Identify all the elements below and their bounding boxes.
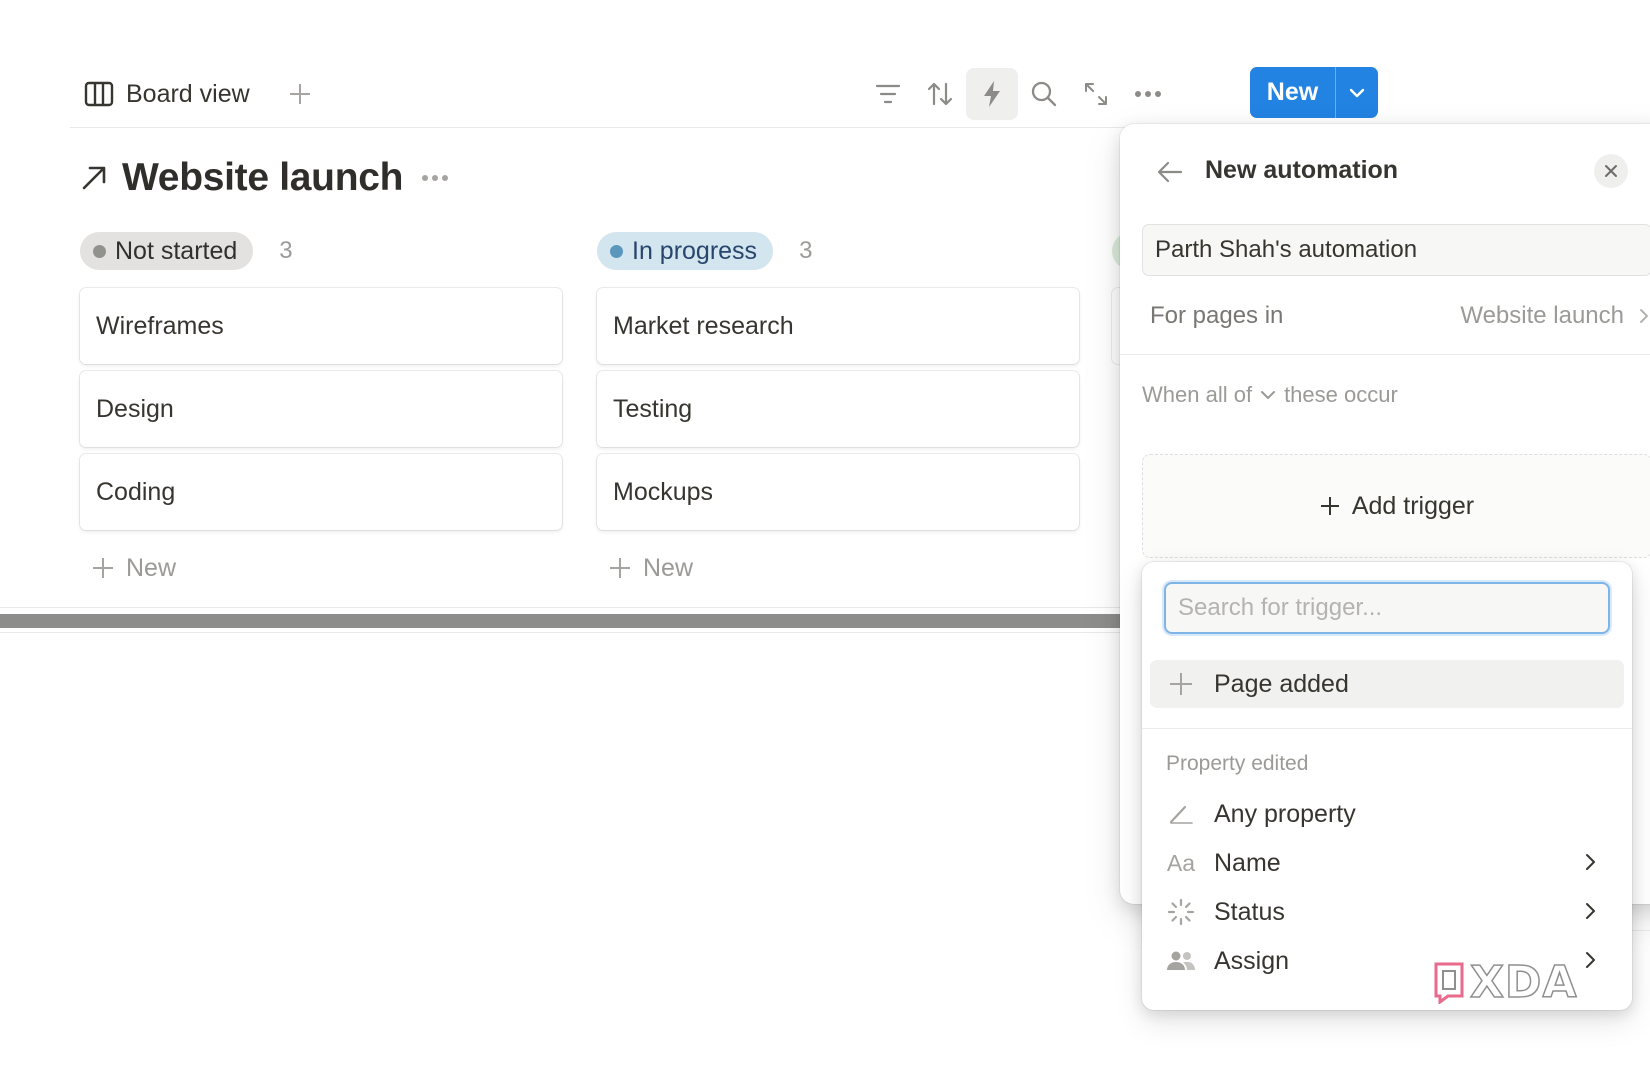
people-icon	[1166, 949, 1196, 973]
for-pages-value-wrap: Website launch	[1460, 302, 1650, 330]
close-button[interactable]	[1594, 154, 1628, 188]
new-button-label[interactable]: New	[1250, 67, 1336, 118]
trigger-option-any-property[interactable]: Any property	[1150, 790, 1624, 838]
new-button[interactable]: New	[1250, 67, 1378, 118]
column-count: 3	[799, 237, 813, 264]
sort-icon	[926, 81, 954, 107]
plus-icon	[288, 82, 312, 106]
panel-divider	[1120, 354, 1650, 355]
plus-icon	[92, 557, 114, 579]
plus-icon	[1320, 496, 1340, 516]
trigger-option-name[interactable]: Aa Name	[1150, 839, 1624, 887]
board-card[interactable]: Design	[80, 371, 562, 447]
status-pill[interactable]: Not started	[80, 232, 254, 270]
more-options-button[interactable]	[1122, 68, 1174, 120]
board-card[interactable]: Coding	[80, 454, 562, 530]
trigger-option-label: Any property	[1214, 799, 1356, 828]
more-icon	[1134, 90, 1162, 98]
new-options-dropdown[interactable]	[1336, 67, 1378, 118]
status-label: Not started	[115, 236, 238, 265]
expand-icon	[1083, 81, 1109, 107]
expand-button[interactable]	[1070, 68, 1122, 120]
trigger-option-page-added[interactable]: Page added	[1150, 660, 1624, 708]
linked-arrow-icon	[80, 164, 108, 192]
board-card[interactable]: Mockups	[597, 454, 1079, 530]
column-count: 3	[279, 237, 293, 264]
status-dot	[610, 244, 623, 258]
status-label: In progress	[632, 236, 758, 265]
column-header-not-started: Not started 3	[80, 232, 293, 270]
chevron-right-icon	[1584, 900, 1598, 922]
trigger-search-input[interactable]	[1164, 582, 1610, 634]
pencil-icon	[1166, 803, 1196, 825]
for-pages-value: Website launch	[1460, 302, 1624, 329]
sort-button[interactable]	[914, 68, 966, 120]
board-card[interactable]: Wireframes	[80, 288, 562, 364]
automations-button[interactable]	[966, 68, 1018, 120]
for-pages-label: For pages in	[1150, 302, 1284, 329]
tab-board-view[interactable]: Board view	[84, 74, 250, 114]
lightning-icon	[981, 80, 1003, 108]
back-button[interactable]	[1150, 152, 1190, 192]
add-view-button[interactable]	[282, 76, 318, 112]
text-aa-icon: Aa	[1166, 849, 1196, 876]
chevron-right-icon	[1584, 851, 1598, 873]
board-icon	[84, 81, 114, 107]
xda-watermark: XDA	[1430, 956, 1578, 1009]
add-trigger-button[interactable]: Add trigger	[1142, 454, 1650, 558]
view-toolbar: Board view New	[70, 60, 1380, 128]
new-card-button[interactable]: New	[609, 548, 693, 588]
status-dot	[93, 244, 106, 258]
search-button[interactable]	[1018, 68, 1070, 120]
chevron-down-icon	[1348, 87, 1366, 99]
board-divider	[0, 607, 1124, 608]
filter-button[interactable]	[862, 68, 914, 120]
chevron-down-icon	[1260, 389, 1276, 401]
watermark-text: XDA	[1469, 956, 1578, 1009]
new-card-label: New	[126, 553, 177, 582]
trigger-mode-select[interactable]: When all of	[1142, 382, 1276, 408]
trigger-option-status[interactable]: Status	[1150, 888, 1624, 936]
trigger-option-label: Status	[1214, 897, 1285, 926]
dropdown-divider	[1142, 728, 1632, 729]
column-header-in-progress: In progress 3	[597, 232, 812, 270]
scroll-divider	[0, 632, 1124, 633]
horizontal-scrollbar[interactable]	[0, 614, 1124, 628]
trigger-option-label: Page added	[1214, 669, 1349, 698]
trigger-mode-row: When all of these occur	[1142, 382, 1398, 408]
chevron-right-icon	[1584, 949, 1598, 971]
search-icon	[1030, 80, 1058, 108]
section-heading: Property edited	[1166, 752, 1309, 775]
chevron-right-icon	[1638, 307, 1650, 325]
automation-name-input[interactable]	[1142, 224, 1650, 276]
filter-icon	[875, 83, 901, 105]
xda-logo-icon	[1430, 960, 1468, 1004]
view-name: Board view	[126, 79, 250, 108]
page-title[interactable]: Website launch	[122, 156, 403, 200]
plus-icon	[609, 557, 631, 579]
arrow-left-icon	[1157, 161, 1183, 183]
panel-title: New automation	[1205, 156, 1399, 184]
trigger-dropdown: Page added Property edited Any property …	[1142, 562, 1632, 1010]
close-icon	[1603, 163, 1619, 179]
add-trigger-label: Add trigger	[1351, 491, 1475, 520]
for-pages-row[interactable]: For pages in Website launch	[1150, 294, 1650, 338]
new-card-label: New	[643, 553, 694, 582]
page-title-row: Website launch	[80, 148, 449, 208]
panel-header: New automation	[1120, 142, 1650, 198]
trigger-option-label: Assign	[1214, 946, 1290, 975]
title-more-icon[interactable]	[421, 174, 449, 182]
new-card-button[interactable]: New	[92, 548, 176, 588]
trigger-option-label: Name	[1214, 848, 1281, 877]
status-pill[interactable]: In progress	[597, 232, 774, 270]
board-card[interactable]: Testing	[597, 371, 1079, 447]
board-card[interactable]: Market research	[597, 288, 1079, 364]
plus-icon	[1166, 671, 1196, 697]
status-spinner-icon	[1166, 898, 1196, 926]
trigger-mode-label: When all of	[1142, 382, 1253, 407]
trigger-mode-suffix: these occur	[1284, 382, 1398, 407]
